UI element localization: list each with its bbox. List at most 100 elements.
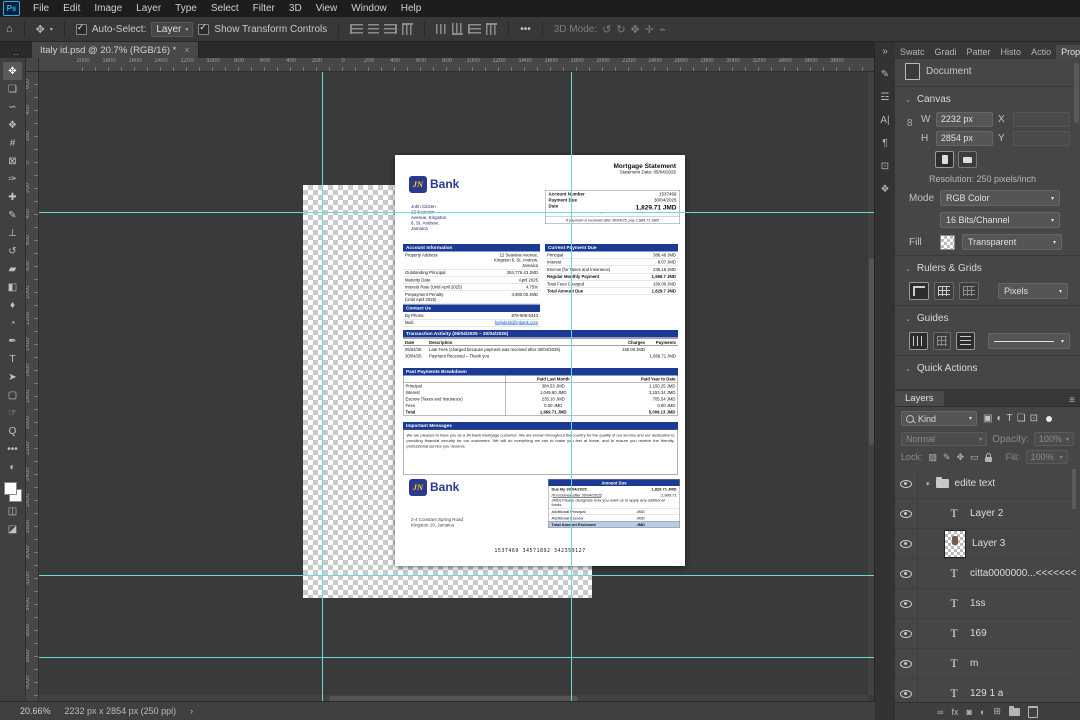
toggle-pixel-grid-button[interactable] [959, 282, 979, 300]
canvas-area[interactable]: Mortgage Statement Statement Date: 05/04… [38, 71, 875, 702]
tool-button[interactable]: ◫ [3, 502, 22, 520]
guide-horizontal[interactable] [38, 657, 875, 658]
panel-icon[interactable]: » [882, 46, 888, 57]
tool-button[interactable]: # [3, 134, 22, 152]
align-left-icon[interactable] [350, 24, 364, 34]
layer-row[interactable]: ▾ T Layer 3 [895, 529, 1076, 559]
tool-button[interactable]: ▰ [3, 260, 22, 278]
layers-action-icon[interactable]: ∞ [937, 707, 943, 717]
lock-all-icon[interactable] [984, 452, 992, 462]
layer-filter-kind-dropdown[interactable]: Kind ▾ [901, 411, 977, 426]
layers-menu-icon[interactable]: ≡ [1064, 395, 1080, 406]
guide-style-dropdown[interactable]: ▾ [988, 333, 1071, 349]
menu-item[interactable]: Filter [246, 3, 282, 14]
layer-name[interactable]: m [970, 658, 978, 669]
menu-item[interactable]: Window [344, 3, 394, 14]
landscape-orientation-button[interactable] [958, 151, 977, 168]
panel-tab[interactable]: Actio [1026, 45, 1056, 59]
tool-button[interactable]: ⊥ [3, 224, 22, 242]
layers-action-icon[interactable]: ◙ [967, 707, 972, 717]
distribute-left-icon[interactable] [468, 24, 482, 34]
properties-scrollbar[interactable] [1074, 63, 1079, 123]
layer-name[interactable]: 1ss [970, 598, 986, 609]
layer-filter-icon[interactable]: ⊡ [1028, 413, 1040, 424]
zoom-level-field[interactable]: 20.66% [20, 706, 51, 716]
delete-layer-icon[interactable] [1027, 705, 1038, 718]
tool-button[interactable]: ❏ [3, 80, 22, 98]
tool-button[interactable]: ⊠ [3, 152, 22, 170]
tool-button[interactable]: ◔ [3, 314, 22, 332]
layer-row[interactable]: ▾ T Layer 2 [895, 499, 1076, 529]
units-dropdown[interactable]: Pixels ▾ [998, 283, 1068, 299]
align-right-icon[interactable] [384, 24, 398, 34]
align-top-icon[interactable] [402, 23, 414, 35]
tool-button[interactable]: ◐ [3, 458, 22, 476]
filter-toggle-icon[interactable] [1045, 415, 1052, 422]
tool-button[interactable]: ➤ [3, 368, 22, 386]
panel-tab[interactable]: Swatc [895, 45, 930, 59]
more-options-icon[interactable]: ••• [520, 24, 531, 35]
move-tool-icon[interactable]: ✥ [36, 23, 45, 36]
guides-section-title[interactable]: Guides [917, 313, 949, 324]
guide-vertical[interactable] [322, 71, 323, 702]
menu-item[interactable]: View [309, 3, 345, 14]
layer-filter-icon[interactable]: ❏ [1015, 413, 1028, 424]
layer-row[interactable]: ▾ T 1ss [895, 589, 1076, 619]
lock-transparency-icon[interactable]: ▨ [929, 452, 938, 463]
panel-tab[interactable]: Properties [1056, 45, 1080, 59]
layer-row[interactable]: ▾ T edite text [895, 469, 1076, 499]
align-center-icon[interactable] [368, 24, 380, 34]
document-tab[interactable]: Italy id.psd @ 20.7% (RGB/16) * × [32, 42, 199, 58]
canvas-height-field[interactable]: 2854 px [935, 131, 993, 146]
color-mode-dropdown[interactable]: RGB Color ▾ [940, 190, 1060, 206]
status-arrow-icon[interactable]: › [190, 706, 193, 716]
visibility-eye-icon[interactable] [900, 569, 912, 578]
tool-button[interactable]: ✚ [3, 188, 22, 206]
layer-name[interactable]: 129 1 a [970, 688, 1003, 699]
auto-select-checkbox[interactable] [75, 22, 87, 35]
tool-button[interactable]: ❖ [3, 116, 22, 134]
layer-row[interactable]: ▾ T 169 [895, 619, 1076, 649]
close-tab-icon[interactable]: × [184, 45, 189, 55]
panel-tab[interactable]: Gradi [930, 45, 962, 59]
quick-actions-section-title[interactable]: Quick Actions [917, 363, 978, 374]
auto-select-target-dropdown[interactable]: Layer ▾ [151, 21, 194, 37]
visibility-eye-icon[interactable] [900, 509, 912, 518]
distribute-top-icon[interactable] [486, 23, 498, 35]
group-caret-icon[interactable]: ▾ [926, 480, 930, 488]
menu-item[interactable]: Layer [129, 3, 168, 14]
guide-horizontal[interactable] [38, 575, 875, 576]
tool-button[interactable]: T [3, 350, 22, 368]
tool-button[interactable]: ◪ [3, 520, 22, 538]
visibility-eye-icon[interactable] [900, 659, 912, 668]
canvas-section-title[interactable]: Canvas [917, 94, 951, 105]
layers-action-icon[interactable]: ⊞ [993, 706, 1001, 717]
tool-button[interactable]: ✎ [3, 206, 22, 224]
tool-button[interactable]: ◧ [3, 278, 22, 296]
home-icon[interactable]: ⌂ [6, 23, 13, 35]
layers-scrollbar[interactable] [1072, 469, 1076, 509]
layer-name[interactable]: Layer 3 [972, 538, 1005, 549]
layer-name[interactable]: 169 [970, 628, 987, 639]
layer-filter-icon[interactable]: ◐ [994, 413, 1004, 424]
portrait-orientation-button[interactable] [935, 151, 954, 168]
guide-horizontal[interactable] [38, 212, 875, 213]
visibility-eye-icon[interactable] [900, 539, 912, 548]
clear-guides-button[interactable] [956, 332, 976, 350]
layer-name[interactable]: Layer 2 [970, 508, 1003, 519]
tool-button[interactable]: ✑ [3, 170, 22, 188]
show-transform-checkbox[interactable] [198, 22, 210, 35]
toggle-guides-button[interactable] [909, 332, 928, 350]
menu-item[interactable]: Image [87, 3, 129, 14]
lock-artboard-icon[interactable]: ▭ [970, 452, 979, 463]
new-group-icon[interactable] [1008, 705, 1020, 716]
tool-button[interactable]: ∽ [3, 98, 22, 116]
tool-button[interactable]: ▢ [3, 386, 22, 404]
toolbar-collapse-icon[interactable]: ‥ [0, 47, 32, 58]
visibility-eye-icon[interactable] [900, 629, 912, 638]
tool-button[interactable]: ✥ [3, 62, 22, 80]
tool-button[interactable]: ↺ [3, 242, 22, 260]
guide-vertical[interactable] [571, 71, 572, 702]
visibility-eye-icon[interactable] [900, 599, 912, 608]
panel-icon[interactable]: ☲ [881, 92, 890, 103]
